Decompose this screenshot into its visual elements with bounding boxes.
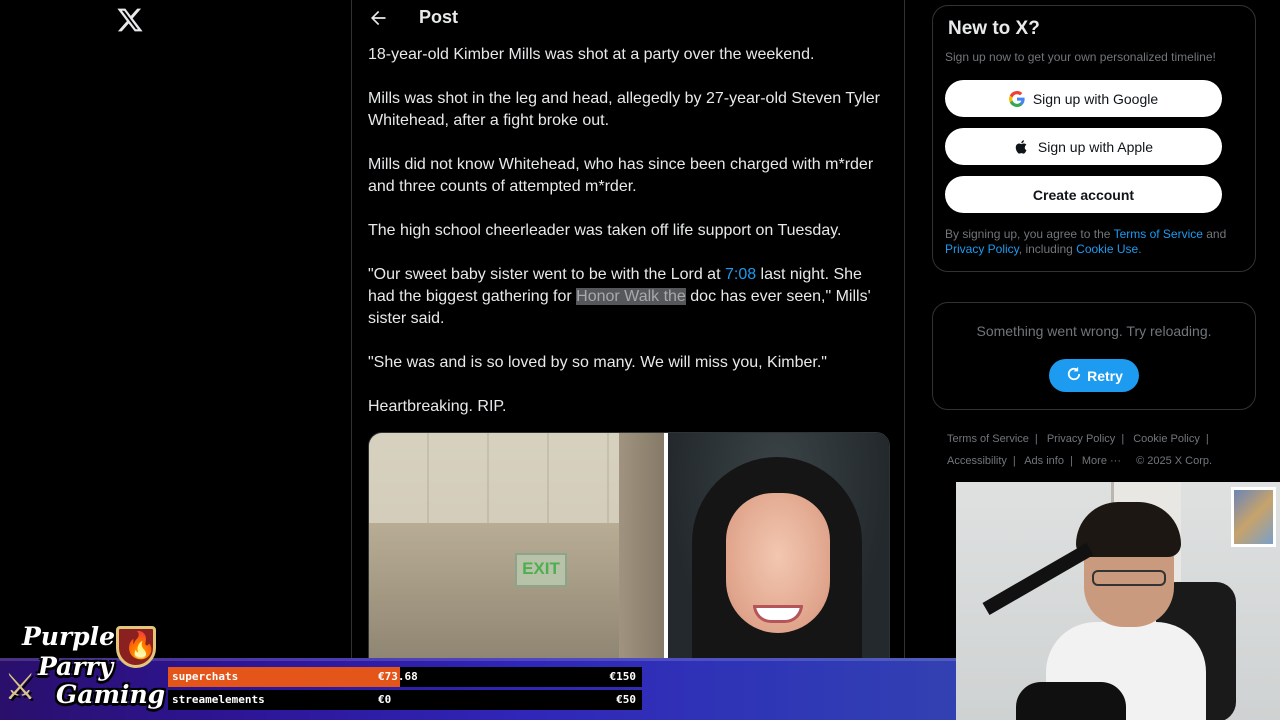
google-signup-button[interactable]: Sign up with Google xyxy=(945,80,1222,117)
webcam-feed xyxy=(956,482,1280,720)
tweet-paragraph: The high school cheerleader was taken of… xyxy=(368,222,842,239)
streamelements-goal-bar: streamelements €0 €50 xyxy=(168,690,642,710)
footer-row: Accessibility | Ads info | More ··· © 2025… xyxy=(947,450,1247,472)
exit-sign: EXIT xyxy=(515,553,567,587)
hallway-photo[interactable]: EXIT xyxy=(369,433,664,671)
arrow-left-icon[interactable] xyxy=(368,8,388,28)
post-column: Post 18-year-old Kimber Mills was shot a… xyxy=(351,0,905,720)
footer-separator: | xyxy=(1012,455,1016,467)
google-icon xyxy=(1008,90,1025,107)
tweet-media[interactable]: EXIT xyxy=(368,432,890,672)
post-header: Post xyxy=(352,0,904,36)
footer-copyright: © 2025 X Corp. xyxy=(1136,455,1213,467)
selected-text: Honor Walk the xyxy=(576,288,686,305)
channel-logo: ⚔ 🔥 Purple Parry Gaming xyxy=(4,622,166,720)
logo-line: Purple xyxy=(22,622,116,651)
error-card: Something went wrong. Try reloading. Ret… xyxy=(932,302,1256,410)
tweet-paragraph: "Our sweet baby sister went to be with t… xyxy=(368,264,890,330)
page-title: Post xyxy=(419,7,459,27)
goal-label: streamelements xyxy=(172,693,265,706)
webcam-streamer-glasses xyxy=(1092,570,1166,586)
cookie-use-link[interactable]: Cookie Use xyxy=(1076,242,1138,256)
microphone xyxy=(1016,682,1126,720)
refresh-icon xyxy=(1065,365,1083,386)
retry-button[interactable]: Retry xyxy=(1049,359,1139,392)
footer-separator: | xyxy=(1069,455,1073,467)
retry-label: Retry xyxy=(1087,367,1123,384)
microphone-arm xyxy=(982,542,1094,616)
footer-row: Terms of Service | Privacy Policy | Cookie… xyxy=(947,428,1247,450)
tweet-paragraph: Heartbreaking. RIP. xyxy=(368,398,507,415)
tweet-text: 18-year-old Kimber Mills was shot at a p… xyxy=(368,44,890,440)
crossed-swords-icon: ⚔ xyxy=(4,666,37,707)
google-signup-label: Sign up with Google xyxy=(1032,90,1159,107)
tweet-paragraph: 18-year-old Kimber Mills was shot at a p… xyxy=(368,46,815,63)
footer-separator: | xyxy=(1205,433,1209,445)
footer-privacy-link[interactable]: Privacy Policy xyxy=(1047,433,1115,445)
legal-text: By signing up, you agree to the Terms of… xyxy=(945,227,1245,257)
footer-ads-link[interactable]: Ads info xyxy=(1024,455,1064,467)
flame-icon: 🔥 xyxy=(124,630,157,660)
footer-separator: | xyxy=(1121,433,1125,445)
logo-line: Gaming xyxy=(56,680,166,709)
portrait-photo[interactable] xyxy=(668,433,889,671)
create-account-button[interactable]: Create account xyxy=(945,176,1222,213)
apple-icon xyxy=(1014,139,1030,155)
signup-card: New to X? Sign up now to get your own pe… xyxy=(932,5,1256,272)
apple-signup-label: Sign up with Apple xyxy=(1037,138,1154,155)
superchats-goal-bar: superchats €73.68 €150 xyxy=(168,667,642,687)
legal-text-segment: and xyxy=(1202,227,1227,241)
footer-terms-link[interactable]: Terms of Service xyxy=(947,433,1029,445)
tweet-paragraph: "She was and is so loved by so many. We … xyxy=(368,354,827,371)
legal-text-segment: By signing up, you agree to the xyxy=(945,227,1114,241)
footer-more-link[interactable]: More ··· xyxy=(1082,455,1121,467)
goal-max: €150 xyxy=(609,670,637,683)
error-message: Something went wrong. Try reloading. xyxy=(976,323,1212,339)
goal-current: €0 xyxy=(378,693,392,706)
terms-link[interactable]: Terms of Service xyxy=(1114,227,1203,241)
footer-links: Terms of Service | Privacy Policy | Cookie… xyxy=(947,428,1247,472)
footer-separator: | xyxy=(1034,433,1038,445)
signup-title: New to X? xyxy=(948,18,1040,39)
tweet-paragraph: Mills did not know Whitehead, who has si… xyxy=(368,156,874,195)
time-link[interactable]: 7:08 xyxy=(725,266,756,283)
logo-line: Parry xyxy=(38,652,114,681)
goal-current: €73.68 xyxy=(378,670,418,683)
footer-accessibility-link[interactable]: Accessibility xyxy=(947,455,1007,467)
apple-signup-button[interactable]: Sign up with Apple xyxy=(945,128,1222,165)
webcam-wall-art xyxy=(1231,487,1276,547)
wall xyxy=(619,433,664,671)
footer-cookie-link[interactable]: Cookie Policy xyxy=(1133,433,1200,445)
tweet-paragraph: Mills was shot in the leg and head, alle… xyxy=(368,90,880,129)
goal-label: superchats xyxy=(172,670,239,683)
goal-max: €50 xyxy=(616,693,636,706)
privacy-link[interactable]: Privacy Policy xyxy=(945,242,1019,256)
tweet-text-segment: "Our sweet baby sister went to be with t… xyxy=(368,266,725,283)
x-logo-icon[interactable] xyxy=(116,6,144,34)
signup-subtitle: Sign up now to get your own personalized… xyxy=(945,50,1216,64)
legal-text-segment: , including xyxy=(1018,242,1077,256)
legal-text-segment: . xyxy=(1138,242,1142,256)
